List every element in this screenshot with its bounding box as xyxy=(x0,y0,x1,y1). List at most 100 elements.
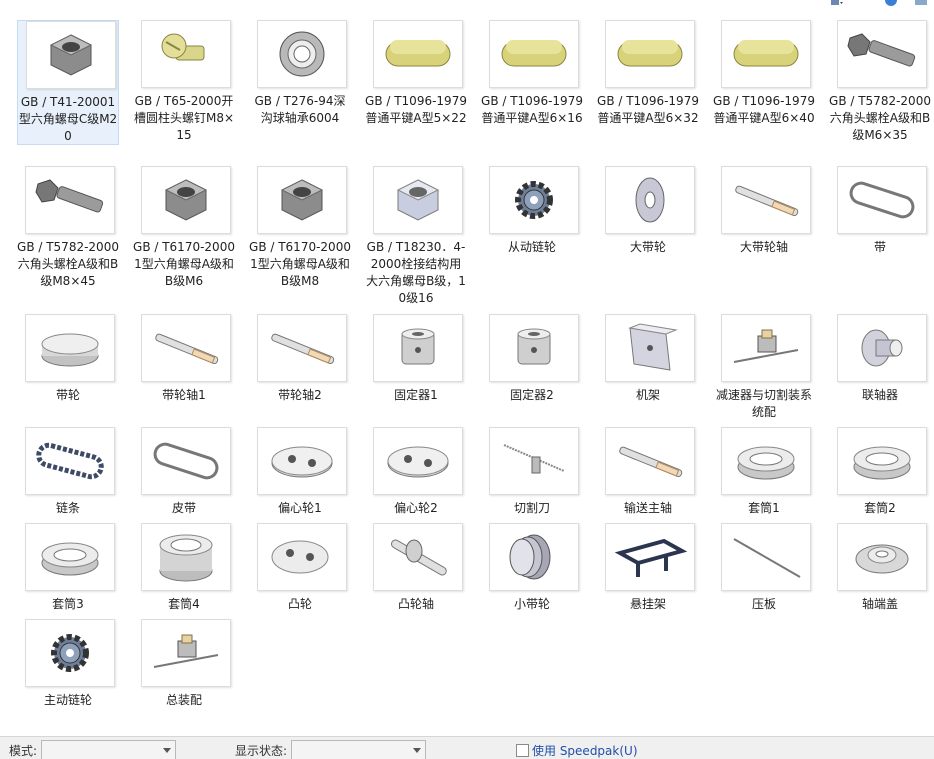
file-item-label: GB / T65-2000开槽圆柱头螺钉M8×15 xyxy=(133,94,235,142)
thumbnail xyxy=(141,523,231,591)
file-item[interactable]: 带 xyxy=(829,166,931,286)
file-item[interactable]: 凸轮 xyxy=(249,523,351,643)
file-item[interactable]: 大带轮轴 xyxy=(713,166,815,286)
thumbnail xyxy=(721,314,811,382)
file-item[interactable]: GB / T5782-2000六角头螺栓A级和B级M8×45 xyxy=(17,166,119,288)
file-item-label: GB / T18230．4-2000栓接结构用大六角螺母B级，10级16 xyxy=(366,240,466,305)
file-item-label: 大带轮 xyxy=(629,240,666,254)
cutter-blade-icon xyxy=(503,444,565,474)
view-dropdown-icon[interactable] xyxy=(830,0,844,6)
file-item-label: 输送主轴 xyxy=(623,501,672,515)
file-item[interactable]: 联轴器 xyxy=(829,314,931,434)
flat-key-icon xyxy=(733,40,799,67)
file-item[interactable]: 小带轮 xyxy=(481,523,583,643)
eccentric-wheel-icon xyxy=(387,446,449,478)
assembly-icon xyxy=(153,634,219,668)
file-item-label: 从动链轮 xyxy=(507,240,556,254)
thumbnail xyxy=(257,166,347,234)
file-item-label: GB / T1096-1979普通平键A型6×16 xyxy=(481,94,583,125)
thumbnail xyxy=(605,427,695,495)
ring-icon xyxy=(41,542,99,576)
file-item-label: 轴端盖 xyxy=(861,597,898,611)
bushing-icon xyxy=(401,328,435,365)
hex-bolt-icon xyxy=(847,33,916,67)
file-item[interactable]: GB / T1096-1979普通平键A型6×32 xyxy=(597,20,699,140)
file-item-label: 偏心轮1 xyxy=(278,501,322,515)
file-item[interactable]: GB / T6170-20001型六角螺母A级和B级M6 xyxy=(133,166,235,288)
file-item-label: GB / T1096-1979普通平键A型5×22 xyxy=(365,94,467,125)
file-item-label: 皮带 xyxy=(171,501,196,515)
thumbnail xyxy=(837,523,927,591)
file-item[interactable]: 主动链轮 xyxy=(17,619,119,736)
file-item[interactable]: 固定器2 xyxy=(481,314,583,434)
file-item[interactable]: 大带轮 xyxy=(597,166,699,286)
file-item[interactable]: 带轮 xyxy=(17,314,119,434)
file-item[interactable]: GB / T65-2000开槽圆柱头螺钉M8×15 xyxy=(133,20,235,142)
shaft-icon xyxy=(155,333,219,365)
coupling-icon xyxy=(861,329,903,367)
help-icon[interactable] xyxy=(884,0,898,6)
thumbnail xyxy=(373,427,463,495)
end-cap-icon xyxy=(855,544,909,574)
thumbnail xyxy=(257,20,347,88)
pulley-icon xyxy=(635,177,665,223)
file-item-label: 压板 xyxy=(751,597,776,611)
file-item[interactable]: GB / T1096-1979普通平键A型5×22 xyxy=(365,20,467,140)
thumbnail xyxy=(373,166,463,234)
chain-icon xyxy=(36,442,104,480)
file-item-label: 带轮轴2 xyxy=(278,388,322,402)
status-bar: 模式: 显示状态: 使用 Speedpak(U) xyxy=(0,736,934,759)
file-item-label: GB / T5782-2000六角头螺栓A级和B级M8×45 xyxy=(17,240,119,288)
thumbnail xyxy=(489,314,579,382)
bushing-icon xyxy=(517,328,551,365)
display-state-label: 显示状态: xyxy=(235,744,288,758)
thumbnail xyxy=(605,523,695,591)
window-icon[interactable] xyxy=(914,0,928,6)
file-item[interactable]: 带轮轴1 xyxy=(133,314,235,434)
file-item[interactable]: 悬挂架 xyxy=(597,523,699,643)
flat-key-icon xyxy=(385,40,451,67)
file-item[interactable]: GB / T1096-1979普通平键A型6×16 xyxy=(481,20,583,140)
file-item[interactable]: 轴端盖 xyxy=(829,523,931,643)
file-item[interactable]: 减速器与切割装系统配 xyxy=(713,314,815,434)
thumbnail xyxy=(141,427,231,495)
file-item[interactable]: GB / T41-20001型六角螺母C级M20 xyxy=(17,20,119,145)
file-item-label: GB / T41-20001型六角螺母C级M20 xyxy=(18,95,118,143)
thumbnail xyxy=(721,20,811,88)
file-item-label: GB / T276-94深沟球轴承6004 xyxy=(254,94,346,125)
file-item[interactable]: 凸轮轴 xyxy=(365,523,467,643)
file-item[interactable]: 带轮轴2 xyxy=(249,314,351,434)
thumbnail xyxy=(257,523,347,591)
file-item[interactable]: GB / T18230．4-2000栓接结构用大六角螺母B级，10级16 xyxy=(365,166,467,305)
display-state-dropdown[interactable] xyxy=(291,740,426,759)
file-item-label: GB / T1096-1979普通平键A型6×40 xyxy=(713,94,815,125)
speedpak-label[interactable]: 使用 Speedpak(U) xyxy=(532,742,638,759)
thumbnail xyxy=(605,166,695,234)
file-item[interactable]: 固定器1 xyxy=(365,314,467,434)
hex-nut-icon xyxy=(49,34,93,76)
mode-dropdown[interactable] xyxy=(41,740,176,759)
file-item[interactable]: GB / T5782-2000六角头螺栓A级和B级M6×35 xyxy=(829,20,931,142)
press-rod-icon xyxy=(733,538,801,578)
file-item[interactable]: 从动链轮 xyxy=(481,166,583,286)
file-item[interactable]: 机架 xyxy=(597,314,699,434)
file-item-label: 总装配 xyxy=(165,693,202,707)
ring-icon xyxy=(853,446,911,480)
file-item[interactable]: GB / T276-94深沟球轴承6004 xyxy=(249,20,351,140)
hex-bolt-icon xyxy=(35,179,104,213)
file-item[interactable]: GB / T1096-1979普通平键A型6×40 xyxy=(713,20,815,140)
file-item-label: 机架 xyxy=(635,388,660,402)
file-item[interactable]: GB / T6170-20001型六角螺母A级和B级M8 xyxy=(249,166,351,288)
file-item[interactable]: 压板 xyxy=(713,523,815,643)
component-browser: GB / T41-20001型六角螺母C级M20 GB / T65-2000开槽圆… xyxy=(0,8,934,736)
sleeve-icon xyxy=(159,534,213,582)
mode-label: 模式: xyxy=(9,744,38,758)
speedpak-checkbox[interactable] xyxy=(516,744,529,757)
file-item-label: 固定器2 xyxy=(510,388,554,402)
thumbnail xyxy=(837,20,927,88)
file-item[interactable]: 总装配 xyxy=(133,619,235,736)
file-item-label: GB / T5782-2000六角头螺栓A级和B级M6×35 xyxy=(829,94,931,142)
large-hex-nut-icon xyxy=(396,179,440,221)
belt-icon xyxy=(153,442,219,480)
thumbnail xyxy=(373,20,463,88)
